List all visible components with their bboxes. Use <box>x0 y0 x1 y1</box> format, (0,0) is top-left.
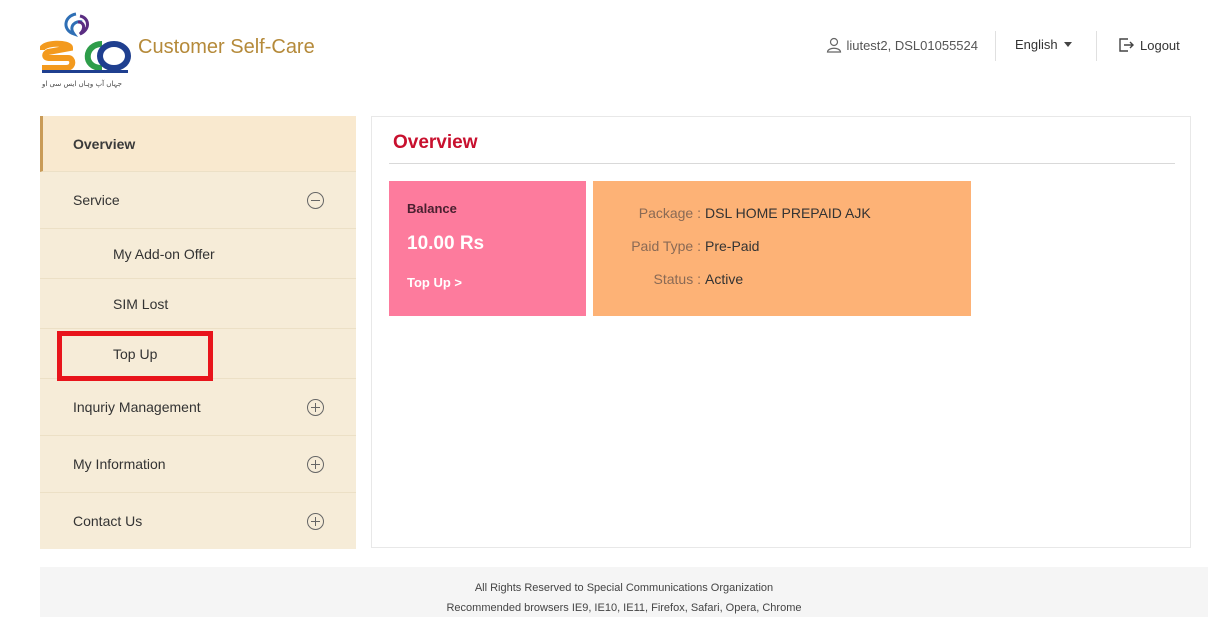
sidebar-item-label: My Add-on Offer <box>113 245 215 262</box>
sidebar-item-inquiry-management[interactable]: Inquriy Management <box>40 379 356 436</box>
title-divider <box>389 163 1175 164</box>
sidebar-item-label: Service <box>73 192 120 208</box>
balance-card: Balance 10.00 Rs Top Up > <box>389 181 586 316</box>
paid-type-key: Paid Type : <box>631 238 701 254</box>
footer-copyright: All Rights Reserved to Special Communica… <box>474 582 774 594</box>
language-select[interactable]: English <box>1015 37 1072 52</box>
highlight-box <box>57 331 213 381</box>
chevron-down-icon <box>1063 42 1072 47</box>
balance-label: Balance <box>407 201 457 216</box>
expand-icon[interactable] <box>307 455 324 473</box>
logout-icon <box>1119 38 1134 52</box>
header-divider <box>995 31 996 61</box>
sco-logo[interactable]: جہاں آپ وہاں ایس سی او <box>40 10 132 92</box>
sidebar-item-label: Contact Us <box>73 513 143 529</box>
sidebar-item-sim-lost[interactable]: SIM Lost <box>40 279 356 329</box>
user-icon <box>827 37 842 53</box>
main-panel: Overview Balance 10.00 Rs Top Up > Packa… <box>371 116 1191 548</box>
paid-type-value: Pre-Paid <box>705 238 760 254</box>
sidebar-item-contact-us[interactable]: Contact Us <box>40 493 356 549</box>
balance-amount: 10.00 Rs <box>407 233 485 254</box>
logout-label: Logout <box>1140 37 1180 53</box>
expand-icon[interactable] <box>307 398 324 416</box>
top-up-link[interactable]: Top Up > <box>407 275 462 290</box>
svg-text:جہاں آپ وہاں ایس سی او: جہاں آپ وہاں ایس سی او <box>41 79 122 88</box>
expand-icon[interactable] <box>307 512 324 530</box>
footer: All Rights Reserved to Special Communica… <box>40 567 1208 617</box>
footer-browsers: Recommended browsers IE9, IE10, IE11, Fi… <box>446 602 802 614</box>
header: جہاں آپ وہاں ایس سی او Customer Self-Car… <box>0 0 1208 100</box>
sidebar-item-service[interactable]: Service <box>40 172 356 229</box>
brand-title: Customer Self-Care <box>138 36 315 58</box>
sidebar-item-overview[interactable]: Overview <box>40 116 356 172</box>
sidebar-item-label: SIM Lost <box>113 295 169 312</box>
status-key: Status : <box>653 271 701 287</box>
logout-button[interactable]: Logout <box>1118 37 1180 53</box>
user-info: liutest2, DSL01055524 <box>826 37 978 53</box>
sidebar-item-my-add-on-offer[interactable]: My Add-on Offer <box>40 229 356 279</box>
user-name: liutest2, DSL01055524 <box>846 37 978 53</box>
package-card: Package : DSL HOME PREPAID AJK Paid Type… <box>593 181 971 316</box>
package-value: DSL HOME PREPAID AJK <box>705 205 871 221</box>
collapse-icon[interactable] <box>307 191 324 209</box>
language-label: English <box>1015 37 1058 52</box>
sidebar-item-label: Overview <box>73 135 136 152</box>
package-key: Package : <box>638 205 701 221</box>
page-title: Overview <box>393 132 478 153</box>
sidebar-item-label: Inquriy Management <box>73 399 201 415</box>
sidebar-item-my-information[interactable]: My Information <box>40 436 356 493</box>
status-value: Active <box>705 271 744 287</box>
sidebar-item-label: My Information <box>73 456 166 472</box>
header-divider <box>1096 31 1097 61</box>
